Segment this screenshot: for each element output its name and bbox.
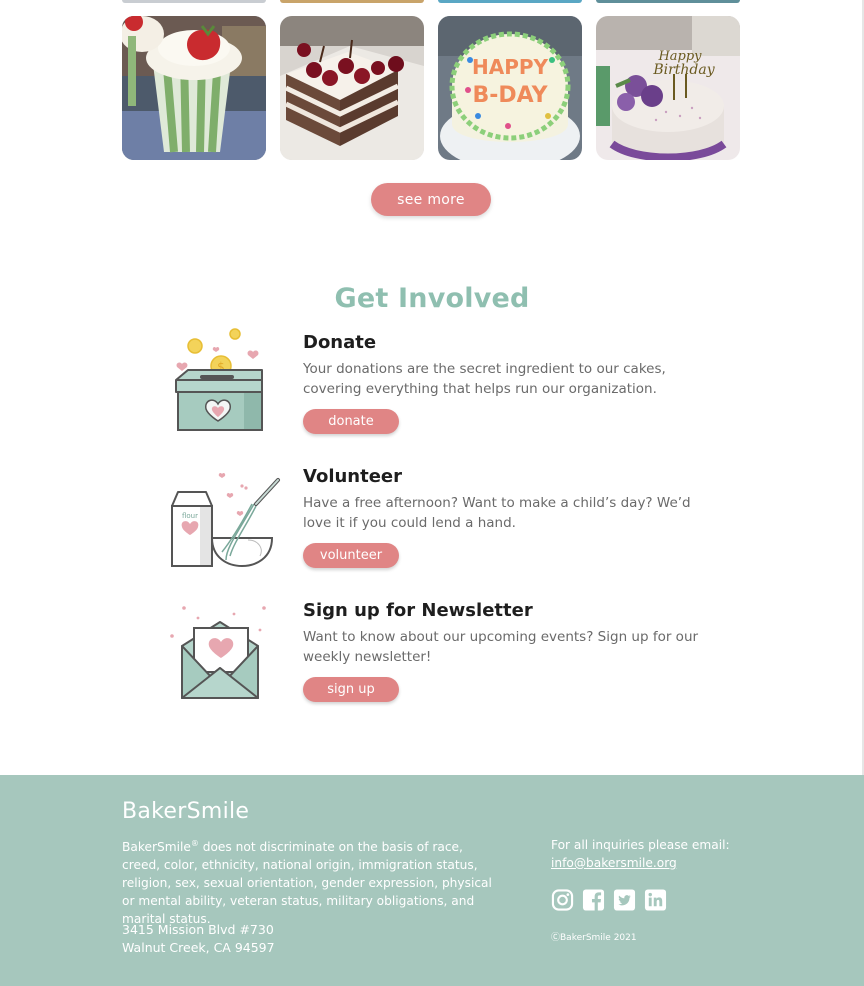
newsletter-title: Sign up for Newsletter [303, 600, 533, 621]
footer-address: 3415 Mission Blvd #730 Walnut Creek, CA 9… [122, 922, 275, 955]
svg-text:flour: flour [182, 512, 198, 520]
svg-text:HAPPY: HAPPY [472, 55, 549, 79]
strawberry-cupcake-photo[interactable] [122, 16, 266, 160]
svg-text:B-DAY: B-DAY [472, 83, 548, 108]
copyright-notice: ⒸBakerSmile 2021 [551, 933, 637, 943]
happy-birthday-cake-photo[interactable]: Happy Birthday [596, 16, 740, 160]
site-footer: BakerSmile BakerSmile® does not discrimi… [0, 775, 864, 986]
inquiry-label: For all inquiries please email: [551, 838, 730, 852]
instagram-icon[interactable] [551, 888, 574, 912]
nondiscrimination-statement: BakerSmile® does not discriminate on the… [122, 839, 492, 927]
previous-gallery-row [122, 0, 742, 3]
happy-bday-cake-photo[interactable]: HAPPY B-DAY [438, 16, 582, 160]
social-links [551, 888, 667, 912]
volunteer-title: Volunteer [303, 466, 403, 487]
get-involved-title: Get Involved [334, 283, 530, 314]
footer-brand: BakerSmile [122, 799, 250, 824]
volunteer-button[interactable]: volunteer [303, 543, 399, 568]
inquiry-block: For all inquiries please email: info@bak… [551, 836, 730, 872]
email-link[interactable]: info@bakersmile.org [551, 854, 730, 872]
see-more-button[interactable]: see more [371, 183, 491, 216]
cake-gallery: HAPPY B-DAY Happy Birthday [122, 16, 742, 160]
linkedin-icon[interactable] [644, 888, 667, 912]
envelope-heart-icon [170, 606, 266, 699]
cherry-chocolate-cake-photo[interactable] [280, 16, 424, 160]
donate-title: Donate [303, 332, 377, 353]
sign-up-button[interactable]: sign up [303, 677, 399, 702]
facebook-icon[interactable] [582, 888, 605, 912]
svg-text:Birthday: Birthday [652, 62, 715, 78]
flour-and-whisk-icon: flour [171, 472, 280, 568]
twitter-icon[interactable] [613, 888, 636, 912]
volunteer-description: Have a free afternoon? Want to make a ch… [303, 495, 691, 531]
donate-button[interactable]: donate [303, 409, 399, 434]
newsletter-description: Want to know about our upcoming events? … [303, 629, 699, 665]
donation-box-icon: $ [175, 328, 263, 431]
donate-description: Your donations are the secret ingredient… [303, 361, 666, 397]
